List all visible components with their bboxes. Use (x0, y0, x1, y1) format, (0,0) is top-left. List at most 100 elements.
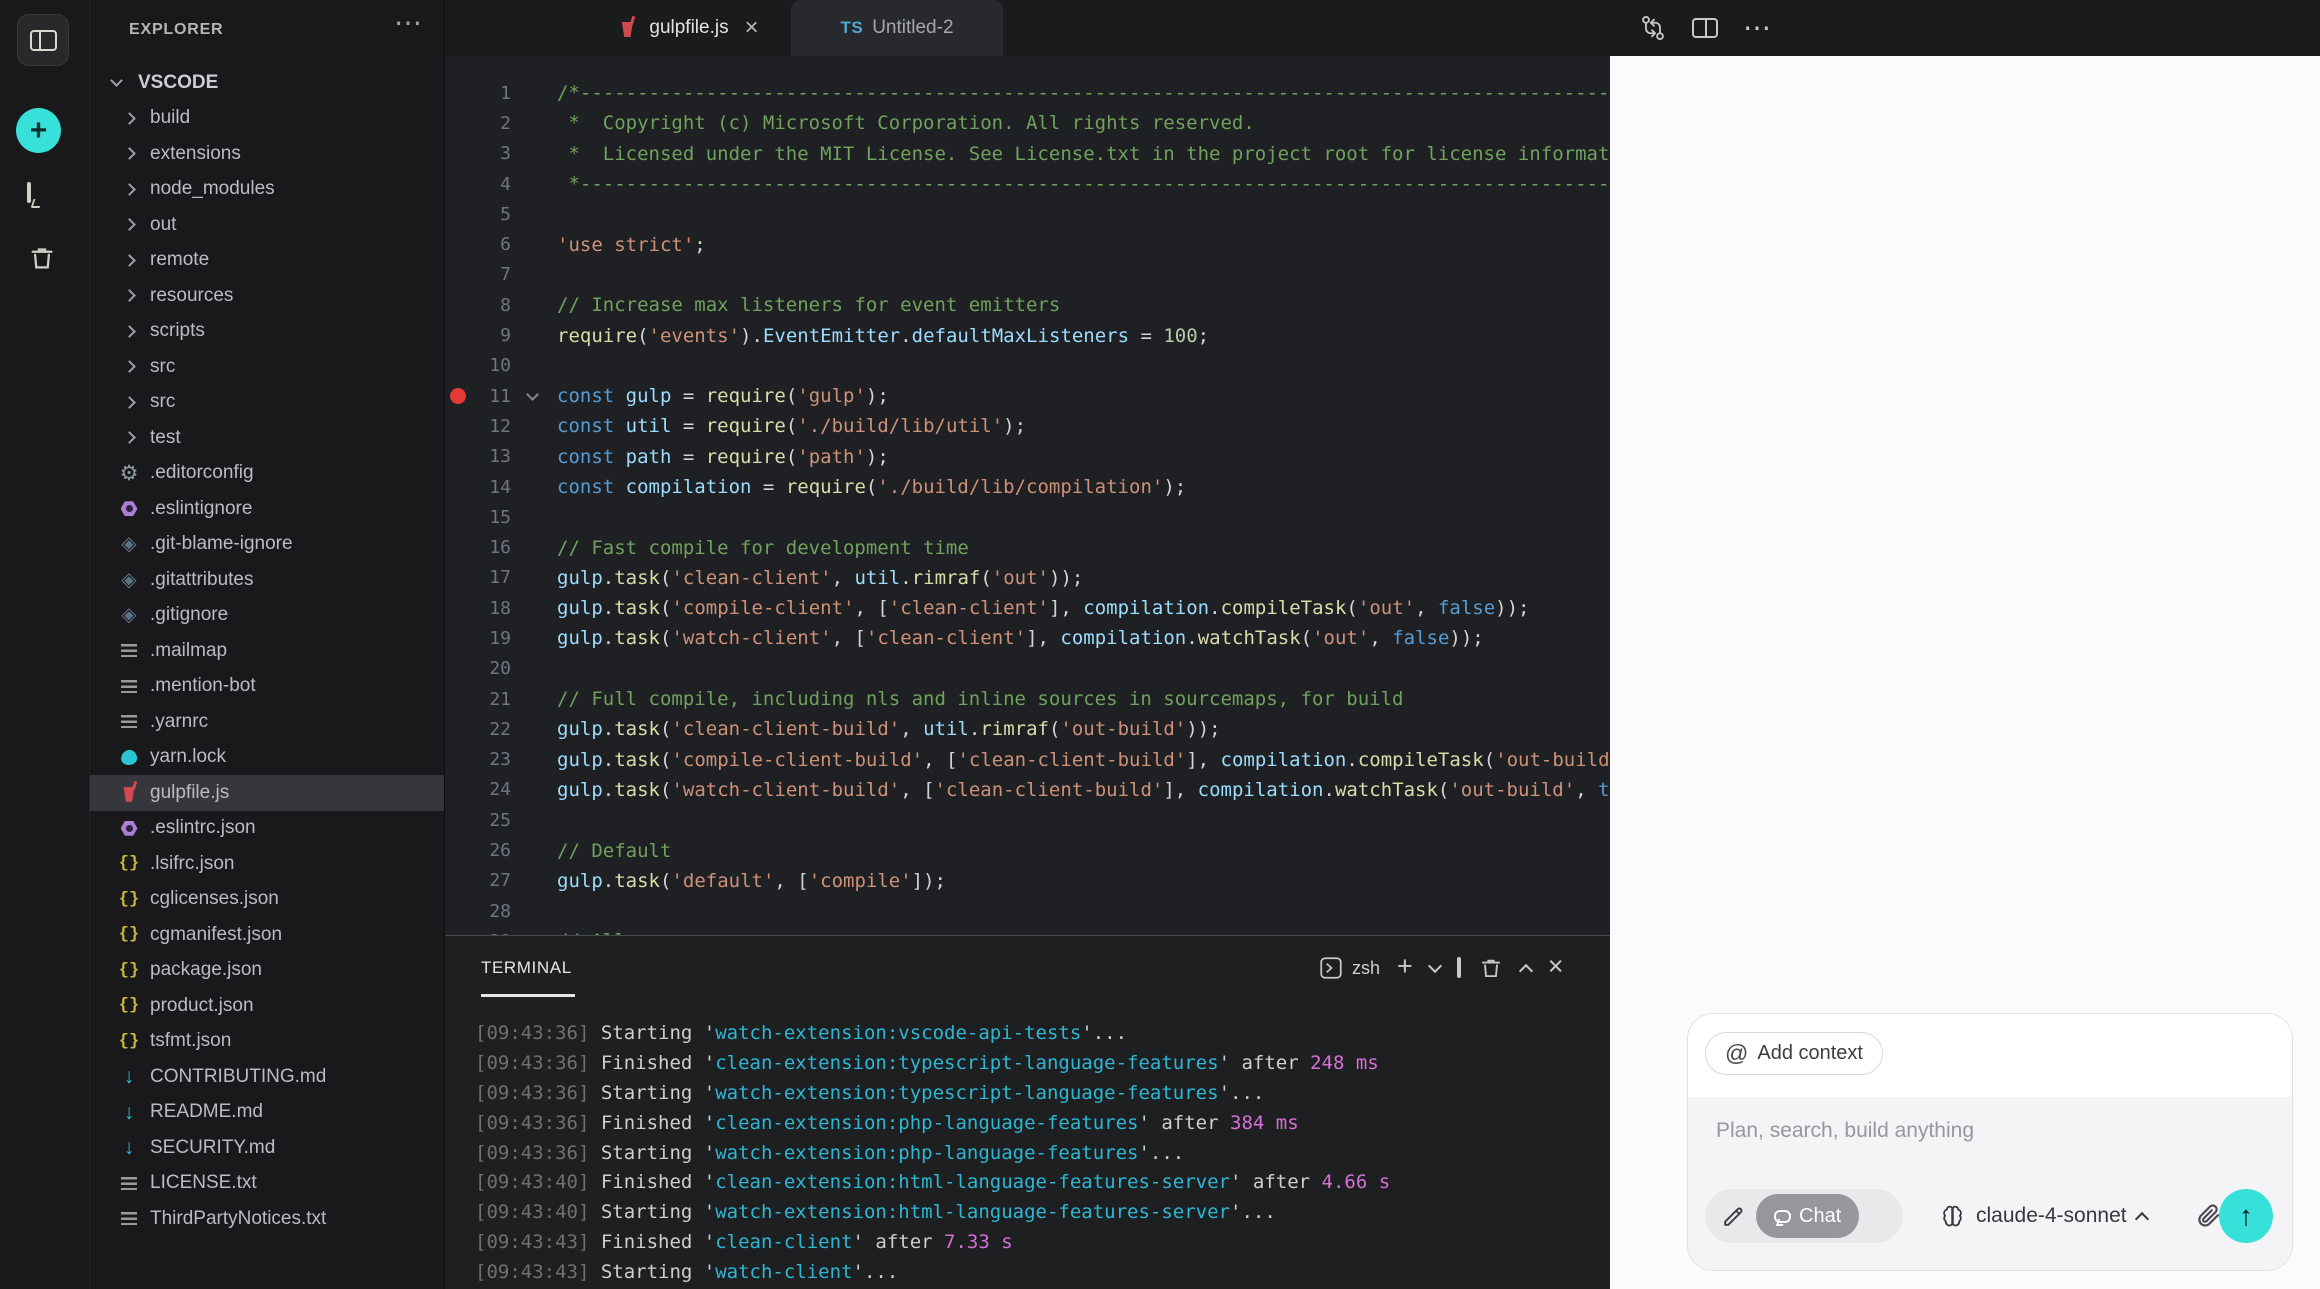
tree-item-node_modules[interactable]: node_modules (90, 172, 444, 208)
tree-item-gulpfile.js[interactable]: gulpfile.js (90, 775, 444, 811)
tree-item-label: remote (150, 249, 209, 271)
tree-item-label: package.json (150, 959, 262, 981)
tab-untitled-2[interactable]: TS Untitled-2 (791, 0, 1003, 56)
eslint-icon (117, 497, 141, 521)
terminal-line: [09:43:43] Starting 'watch-client'... (475, 1257, 1390, 1287)
brain-icon (1939, 1203, 1966, 1230)
tree-item-.eslintrc.json[interactable]: .eslintrc.json (90, 811, 444, 847)
tree-item-yarn.lock[interactable]: yarn.lock (90, 740, 444, 776)
sidebar-toggle-button[interactable] (17, 14, 69, 66)
tree-root-vscode[interactable]: VSCODE (90, 65, 444, 101)
more-actions-button[interactable]: ⋯ (1742, 13, 1772, 43)
chevron-right-icon (117, 319, 141, 343)
tree-item-.mention-bot[interactable]: .mention-bot (90, 669, 444, 705)
new-chat-button[interactable]: + (16, 108, 61, 153)
model-selector[interactable]: claude-4-sonnet (1939, 1189, 2147, 1243)
trash-button[interactable] (27, 243, 57, 273)
tree-item-ThirdPartyNotices.txt[interactable]: ThirdPartyNotices.txt (90, 1201, 444, 1237)
json-icon: {} (117, 887, 141, 911)
tree-item-.gitattributes[interactable]: ◈.gitattributes (90, 562, 444, 598)
chevron-right-icon (117, 177, 141, 201)
code-line: 19gulp.task('watch-client', ['clean-clie… (445, 623, 1611, 653)
tree-item-label: product.json (150, 995, 254, 1017)
tree-item-label: README.md (150, 1101, 263, 1123)
file-explorer: EXPLORER ⋯ VSCODEbuildextensionsnode_mod… (90, 0, 444, 1289)
chat-bubble-button[interactable] (27, 184, 57, 212)
tree-item-LICENSE.txt[interactable]: LICENSE.txt (90, 1166, 444, 1202)
tree-item-label: src (150, 391, 175, 413)
tree-item-.eslintignore[interactable]: .eslintignore (90, 491, 444, 527)
new-terminal-button[interactable]: + (1397, 953, 1413, 980)
close-tab-icon[interactable]: × (745, 16, 759, 40)
send-button[interactable]: ↑ (2219, 1189, 2273, 1243)
line-number: 23 (471, 749, 511, 770)
kill-terminal-icon[interactable] (1478, 955, 1504, 981)
chat-input-container: @ Add context Plan, search, build anythi… (1687, 1013, 2293, 1271)
tree-item-test[interactable]: test (90, 420, 444, 456)
tree-item-out[interactable]: out (90, 207, 444, 243)
shell-terminal-icon (1318, 955, 1344, 981)
code-line: 11const gulp = require('gulp'); (445, 381, 1611, 411)
compare-changes-button[interactable] (1638, 13, 1668, 43)
tree-item-src[interactable]: src (90, 349, 444, 385)
tree-item-.lsifrc.json[interactable]: {}.lsifrc.json (90, 846, 444, 882)
split-terminal-icon (1457, 957, 1461, 978)
tree-item-build[interactable]: build (90, 101, 444, 137)
json-icon: {} (117, 958, 141, 982)
tree-item-cglicenses.json[interactable]: {}cglicenses.json (90, 882, 444, 918)
split-terminal-button[interactable] (1457, 959, 1461, 977)
line-number: 13 (471, 446, 511, 467)
line-number: 17 (471, 567, 511, 588)
tree-item-README.md[interactable]: ↓README.md (90, 1095, 444, 1131)
chat-panel-body: @ Add context Plan, search, build anythi… (1610, 56, 2320, 1289)
tree-item-resources[interactable]: resources (90, 278, 444, 314)
write-pencil-icon[interactable] (1721, 1204, 1746, 1229)
tree-item-.editorconfig[interactable]: ⚙.editorconfig (90, 456, 444, 492)
tree-item-label: src (150, 356, 175, 378)
line-number: 24 (471, 779, 511, 800)
gulp-icon (117, 781, 141, 805)
tree-item-remote[interactable]: remote (90, 243, 444, 279)
tree-item-label: LICENSE.txt (150, 1172, 257, 1194)
tree-item-cgmanifest.json[interactable]: {}cgmanifest.json (90, 917, 444, 953)
tree-item-CONTRIBUTING.md[interactable]: ↓CONTRIBUTING.md (90, 1059, 444, 1095)
code-line: 17gulp.task('clean-client', util.rimraf(… (445, 563, 1611, 593)
tree-item-label: CONTRIBUTING.md (150, 1066, 326, 1088)
markdown-icon: ↓ (117, 1136, 141, 1160)
tree-item-.yarnrc[interactable]: .yarnrc (90, 704, 444, 740)
tree-item-product.json[interactable]: {}product.json (90, 988, 444, 1024)
tab-gulpfile[interactable]: gulpfile.js × (585, 0, 789, 56)
breakpoint-marker[interactable] (450, 388, 466, 404)
tree-item-src[interactable]: src (90, 385, 444, 421)
code-line: 10 (445, 351, 1611, 381)
fold-chevron-icon[interactable] (526, 388, 539, 401)
tree-item-tsfmt.json[interactable]: {}tsfmt.json (90, 1024, 444, 1060)
tree-item-SECURITY.md[interactable]: ↓ SECURITY.md (90, 1130, 444, 1166)
gulp-icon (615, 16, 639, 40)
maximize-panel-icon[interactable] (1519, 963, 1533, 977)
tree-item-.gitignore[interactable]: ◈.gitignore (90, 598, 444, 634)
code-line: 25 (445, 805, 1611, 835)
terminal-dropdown-icon[interactable] (1428, 959, 1442, 973)
tree-item-extensions[interactable]: extensions (90, 136, 444, 172)
code-line: 24gulp.task('watch-client-build', ['clea… (445, 775, 1611, 805)
tree-item-scripts[interactable]: scripts (90, 314, 444, 350)
line-number: 22 (471, 719, 511, 740)
shell-selector[interactable]: zsh (1318, 955, 1380, 981)
chat-input-area[interactable]: Plan, search, build anything Chat (1688, 1097, 2292, 1271)
close-panel-icon[interactable]: × (1548, 953, 1564, 980)
terminal-tab[interactable]: TERMINAL (481, 958, 572, 978)
tree-item-.git-blame-ignore[interactable]: ◈.git-blame-ignore (90, 527, 444, 563)
code-line: 2 * Copyright (c) Microsoft Corporation.… (445, 108, 1611, 138)
chat-mode-button[interactable]: Chat (1756, 1194, 1859, 1238)
explorer-more-button[interactable]: ⋯ (394, 6, 422, 39)
line-number: 11 (471, 386, 511, 407)
tree-item-.mailmap[interactable]: .mailmap (90, 633, 444, 669)
code-line: 28 (445, 896, 1611, 926)
terminal-line: [09:43:43] Finished 'clean-client' after… (475, 1227, 1390, 1257)
tree-item-package.json[interactable]: {} package.json (90, 953, 444, 989)
split-editor-button[interactable] (1690, 13, 1720, 43)
sidebar-toggle-icon (30, 30, 57, 51)
tree-item-label: SECURITY.md (150, 1137, 275, 1159)
add-context-button[interactable]: @ Add context (1705, 1032, 1883, 1075)
